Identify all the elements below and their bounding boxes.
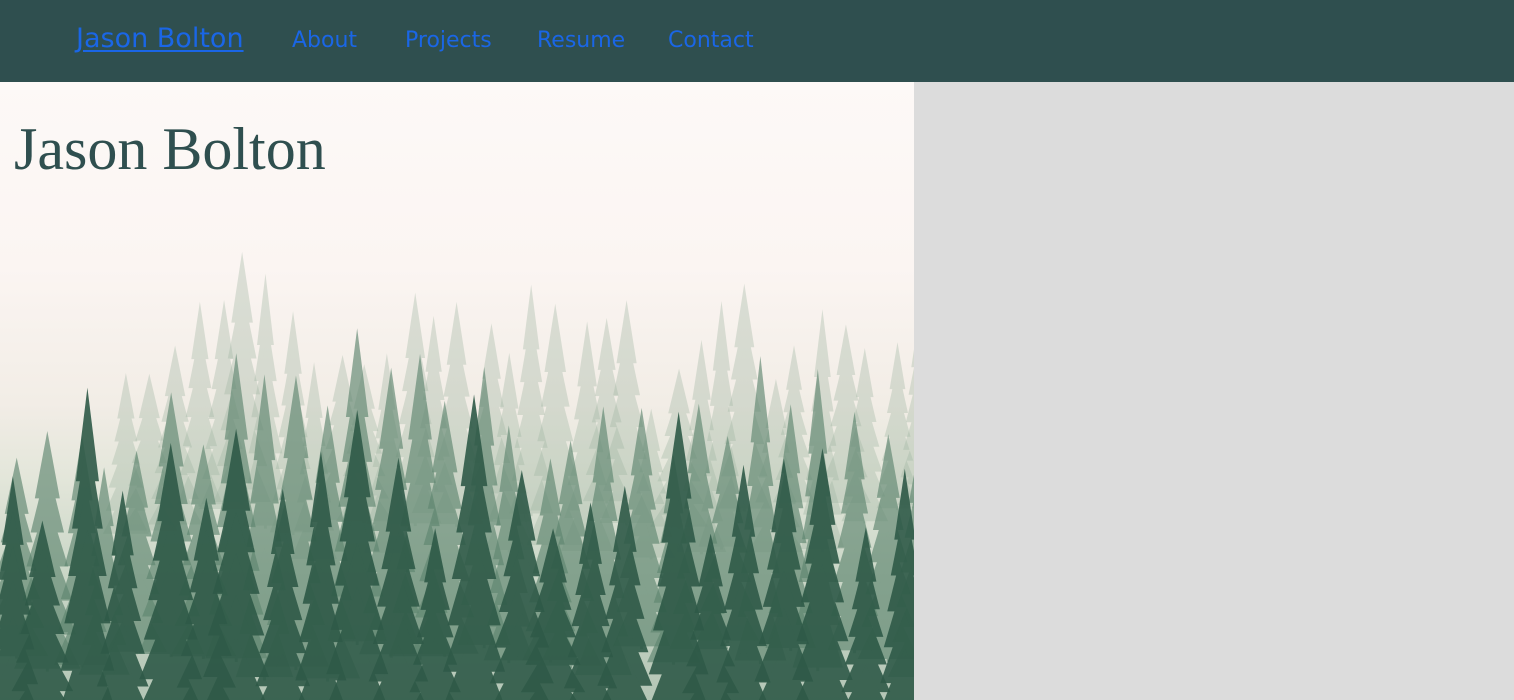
nav-link-projects[interactable]: Projects [405,24,492,58]
nav-link-resume[interactable]: Resume [537,24,625,58]
brand-link[interactable]: Jason Bolton [76,22,244,56]
side-panel [914,82,1514,700]
navbar: Jason Bolton About Projects Resume Conta… [0,0,1514,82]
nav-link-about[interactable]: About [292,24,357,58]
hero-section: Jason Bolton [0,82,914,700]
hero-title: Jason Bolton [14,116,326,182]
nav-link-contact[interactable]: Contact [668,24,754,58]
